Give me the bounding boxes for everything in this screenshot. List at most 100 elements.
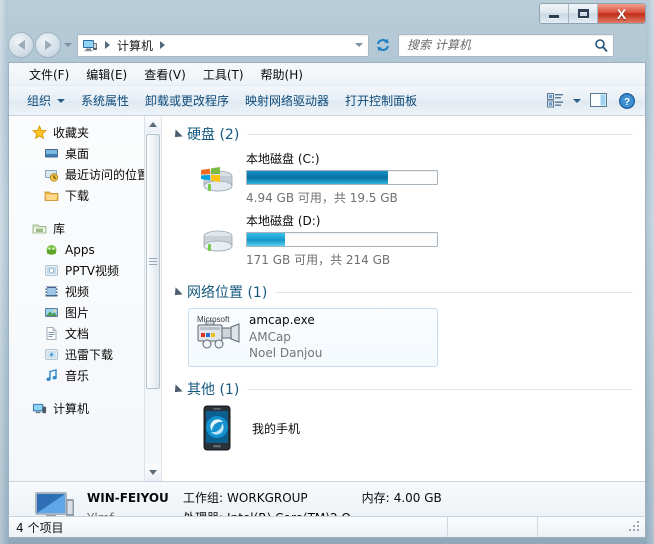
recent-places-icon (43, 167, 59, 183)
scroll-up-button[interactable] (144, 116, 161, 133)
navigation-pane: 收藏夹 桌面 最近访问的位置 下载 库 Apps PPTV视频 视频 图片 文档… (9, 116, 162, 481)
sidebar-group-label-computer: 计算机 (53, 402, 90, 416)
refresh-button[interactable] (371, 34, 395, 57)
collapse-triangle-icon[interactable] (171, 287, 183, 299)
drive-info-d: 本地磁盘 (D:) 171 GB 可用，共 214 GB (240, 212, 470, 268)
address-bar[interactable]: 计算机 (77, 33, 369, 57)
close-button[interactable]: X (598, 4, 645, 23)
breadcrumb-separator-1[interactable] (160, 41, 166, 49)
sidebar-item-music[interactable]: 音乐 (9, 365, 161, 386)
sidebar-item-label-documents: 文档 (65, 327, 90, 341)
chevron-down-icon (57, 98, 66, 103)
maximize-button[interactable] (569, 4, 598, 23)
drive-usage-bar-d (246, 232, 438, 247)
scrollbar-track[interactable] (144, 133, 161, 464)
main-split: 收藏夹 桌面 最近访问的位置 下载 库 Apps PPTV视频 视频 图片 文档… (9, 116, 645, 481)
details-workgroup-key: 工作组: (183, 490, 224, 505)
title-bar: X (0, 0, 654, 28)
sidebar-item-downloads[interactable]: 下载 (9, 185, 161, 206)
drive-usage-fill-d (247, 233, 285, 246)
computer-icon (82, 37, 98, 53)
group-header-network-locations[interactable]: 网络位置 (1) (171, 282, 645, 302)
group-header-other[interactable]: 其他 (1) (171, 379, 645, 399)
sidebar-item-videos[interactable]: 视频 (9, 281, 161, 302)
minimize-button[interactable] (540, 4, 569, 23)
scrollbar-thumb[interactable] (145, 134, 160, 389)
sidebar-item-recent-places[interactable]: 最近访问的位置 (9, 164, 161, 185)
collapse-triangle-icon[interactable] (171, 384, 183, 396)
menu-item-tools[interactable]: 工具(T) (195, 64, 253, 85)
toolbar-right-group: ? (541, 89, 641, 113)
sidebar-item-desktop[interactable]: 桌面 (9, 143, 161, 164)
drive-item-d[interactable]: 本地磁盘 (D:) 171 GB 可用，共 214 GB (196, 212, 645, 268)
navigation-pane-scrollbar[interactable] (144, 116, 161, 481)
group-divider (247, 388, 633, 390)
scrollbar-grip-icon (148, 256, 157, 267)
address-dropdown-button[interactable] (350, 35, 368, 56)
menu-item-help[interactable]: 帮助(H) (253, 64, 312, 85)
sidebar-item-label-music: 音乐 (65, 369, 90, 383)
preview-pane-button[interactable] (585, 89, 613, 113)
sidebar-item-label-pptv-video: PPTV视频 (65, 264, 120, 278)
sidebar-item-pictures[interactable]: 图片 (9, 302, 161, 323)
sidebar-group-libraries[interactable]: 库 (9, 218, 161, 239)
view-options-button[interactable] (541, 89, 569, 113)
sidebar-item-apps[interactable]: Apps (9, 239, 161, 260)
content-pane[interactable]: 硬盘 (2) 本地磁盘 (C:) 4.94 GB 可用，共 19.5 GB 本地… (162, 116, 645, 481)
collapse-triangle-icon[interactable] (171, 129, 183, 141)
details-workgroup-value: WORKGROUP (227, 490, 308, 505)
chevron-down-icon (355, 43, 363, 47)
search-input[interactable] (405, 35, 589, 55)
list-item-subtitle-amcap: AMCap (249, 330, 291, 344)
breadcrumb-separator-0[interactable] (105, 41, 110, 49)
forward-arrow-icon (44, 40, 52, 50)
drive-capacity-c: 4.94 GB 可用，共 19.5 GB (246, 191, 398, 205)
drive-name-d: 本地磁盘 (D:) (246, 214, 321, 228)
drive-name-c: 本地磁盘 (C:) (246, 152, 320, 166)
view-options-dropdown[interactable] (569, 89, 585, 113)
menu-item-view[interactable]: 查看(V) (136, 64, 195, 85)
list-item-my-phone[interactable]: 我的手机 (188, 405, 645, 451)
details-line-1: WIN-FEIYOU 工作组: WORKGROUP 内存: 4.00 GB (87, 489, 645, 509)
help-button[interactable]: ? (613, 89, 641, 113)
list-item-label-my-phone: 我的手机 (252, 421, 301, 436)
resize-grip[interactable] (627, 519, 643, 535)
open-control-panel-button[interactable]: 打开控制面板 (337, 88, 425, 113)
back-button[interactable] (8, 32, 34, 58)
organize-button[interactable]: 组织 (19, 88, 73, 113)
organize-label: 组织 (27, 94, 52, 108)
camcorder-icon: Microsoft (193, 313, 245, 355)
recent-pages-button[interactable] (61, 32, 75, 58)
sidebar-group-favorites[interactable]: 收藏夹 (9, 122, 161, 143)
menu-item-file[interactable]: 文件(F) (21, 64, 78, 85)
menu-item-edit[interactable]: 编辑(E) (78, 64, 136, 85)
status-bar: 4 个项目 (8, 516, 646, 538)
list-item-title-amcap: amcap.exe (249, 313, 315, 327)
forward-button[interactable] (35, 32, 61, 58)
library-icon (31, 221, 47, 237)
list-item-amcap[interactable]: Microsoft amcap.exe AMCap Noel Danjou (188, 308, 438, 367)
scroll-down-button[interactable] (144, 464, 161, 481)
sidebar-item-documents[interactable]: 文档 (9, 323, 161, 344)
map-network-drive-button[interactable]: 映射网络驱动器 (237, 88, 337, 113)
sidebar-item-label-videos: 视频 (65, 285, 90, 299)
system-properties-button[interactable]: 系统属性 (73, 88, 137, 113)
sidebar-group-computer[interactable]: 计算机 (9, 398, 161, 419)
group-divider (247, 133, 633, 135)
drive-item-c[interactable]: 本地磁盘 (C:) 4.94 GB 可用，共 19.5 GB (196, 150, 645, 206)
group-title-other: 其他 (1) (187, 382, 240, 398)
group-title-network-locations: 网络位置 (1) (187, 285, 268, 301)
search-box[interactable] (398, 33, 614, 57)
group-title-hard-disks: 硬盘 (2) (187, 127, 240, 143)
sidebar-item-thunder-download[interactable]: 迅雷下载 (9, 344, 161, 365)
details-memory-key: 内存: (361, 490, 390, 505)
sidebar-item-pptv-video[interactable]: PPTV视频 (9, 260, 161, 281)
group-header-hard-disks[interactable]: 硬盘 (2) (171, 124, 645, 144)
uninstall-change-program-button[interactable]: 卸载或更改程序 (137, 88, 237, 113)
search-icon[interactable] (589, 38, 613, 53)
svg-text:?: ? (624, 97, 630, 108)
sidebar-group-label-libraries: 库 (53, 222, 66, 236)
windows-drive-icon (196, 150, 240, 200)
breadcrumb-item-computer[interactable]: 计算机 (115, 37, 155, 54)
